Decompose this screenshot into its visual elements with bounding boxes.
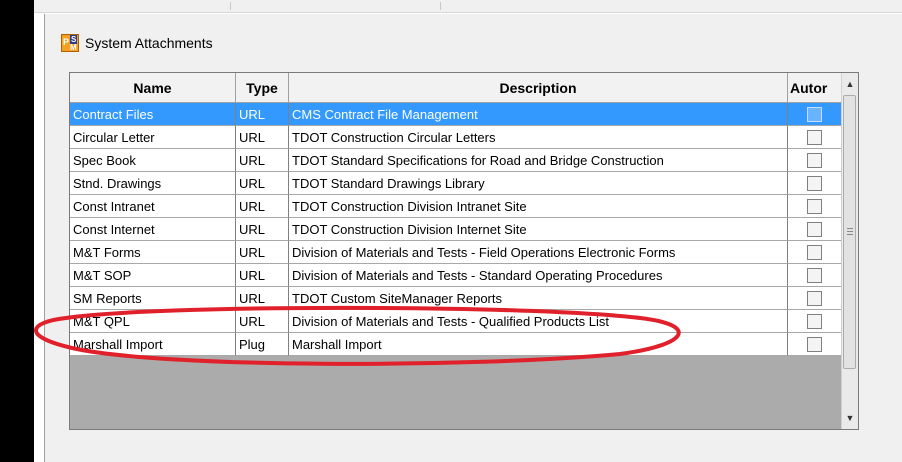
cell-description[interactable]: TDOT Standard Drawings Library [289, 172, 788, 195]
auto-checkbox[interactable] [807, 129, 822, 145]
cell-type[interactable]: URL [236, 195, 289, 218]
cell-auto [788, 126, 841, 149]
cell-description[interactable]: Division of Materials and Tests - Qualif… [289, 310, 788, 333]
column-header-description[interactable]: Description [289, 73, 788, 103]
cell-auto [788, 241, 841, 264]
auto-checkbox[interactable] [807, 152, 822, 168]
cell-type[interactable]: URL [236, 149, 289, 172]
auto-checkbox[interactable] [807, 290, 822, 306]
cell-auto [788, 172, 841, 195]
column-header-type[interactable]: Type [236, 73, 289, 103]
auto-checkbox[interactable] [807, 267, 822, 283]
cell-name[interactable]: M&T Forms [70, 241, 236, 264]
table-row[interactable]: SM Reports URL TDOT Custom SiteManager Rep… [70, 287, 841, 310]
cell-description[interactable]: CMS Contract File Management [289, 103, 788, 126]
left-black-border [0, 0, 34, 462]
cell-name[interactable]: Stnd. Drawings [70, 172, 236, 195]
cell-auto [788, 149, 841, 172]
cell-name[interactable]: Spec Book [70, 149, 236, 172]
grid-rows: Contract Files URL CMS Contract File Manag… [70, 103, 841, 356]
cell-description[interactable]: Division of Materials and Tests - Field … [289, 241, 788, 264]
cell-description[interactable]: TDOT Construction Division Internet Site [289, 218, 788, 241]
cell-type[interactable]: URL [236, 103, 289, 126]
table-row[interactable]: M&T SOP URL Division of Materials and Test… [70, 264, 841, 287]
prism-sitemanager-app-icon: PSM [61, 34, 79, 52]
cell-description[interactable]: TDOT Custom SiteManager Reports [289, 287, 788, 310]
table-row[interactable]: Const Internet URL TDOT Construction Divis… [70, 218, 841, 241]
cell-type[interactable]: URL [236, 241, 289, 264]
table-row[interactable]: Spec Book URL TDOT Standard Specifications… [70, 149, 841, 172]
cell-name[interactable]: M&T QPL [70, 310, 236, 333]
cell-auto [788, 195, 841, 218]
cell-name[interactable]: SM Reports [70, 287, 236, 310]
column-header-name[interactable]: Name [70, 73, 236, 103]
cell-description[interactable]: Division of Materials and Tests - Standa… [289, 264, 788, 287]
cell-name[interactable]: Circular Letter [70, 126, 236, 149]
auto-checkbox[interactable] [807, 175, 822, 191]
cell-type[interactable]: URL [236, 287, 289, 310]
auto-checkbox[interactable] [807, 106, 822, 122]
title-bar: PSM System Attachments [61, 32, 213, 54]
cell-name[interactable]: Contract Files [70, 103, 236, 126]
cell-type[interactable]: URL [236, 126, 289, 149]
cell-description[interactable]: TDOT Construction Circular Letters [289, 126, 788, 149]
cell-description[interactable]: Marshall Import [289, 333, 788, 356]
cell-name[interactable]: Const Intranet [70, 195, 236, 218]
auto-checkbox[interactable] [807, 336, 822, 352]
table-row[interactable]: M&T QPL URL Division of Materials and Test… [70, 310, 841, 333]
cell-description[interactable]: TDOT Construction Division Intranet Site [289, 195, 788, 218]
scroll-thumb[interactable] [843, 95, 856, 369]
scroll-up-arrow-icon[interactable]: ▲ [842, 75, 858, 93]
table-row[interactable]: Stnd. Drawings URL TDOT Standard Drawings … [70, 172, 841, 195]
cell-auto [788, 310, 841, 333]
column-header-auto[interactable]: Autor [788, 73, 841, 103]
auto-checkbox[interactable] [807, 198, 822, 214]
table-row[interactable]: M&T Forms URL Division of Materials and Te… [70, 241, 841, 264]
cell-auto [788, 103, 841, 126]
cell-name[interactable]: M&T SOP [70, 264, 236, 287]
attachments-grid[interactable]: Name Type Description Autor Contract Fil… [69, 72, 859, 430]
cell-type[interactable]: Plug [236, 333, 289, 356]
table-row[interactable]: Const Intranet URL TDOT Construction Divis… [70, 195, 841, 218]
vertical-scrollbar[interactable]: ▲ ▼ [841, 73, 858, 429]
table-row[interactable]: Marshall Import Plug Marshall Import [70, 333, 841, 356]
cell-type[interactable]: URL [236, 310, 289, 333]
cell-auto [788, 333, 841, 356]
cell-name[interactable]: Marshall Import [70, 333, 236, 356]
auto-checkbox[interactable] [807, 244, 822, 260]
window-title: System Attachments [85, 35, 213, 51]
cell-description[interactable]: TDOT Standard Specifications for Road an… [289, 149, 788, 172]
cell-type[interactable]: URL [236, 264, 289, 287]
scroll-down-arrow-icon[interactable]: ▼ [842, 409, 858, 427]
grid-header: Name Type Description Autor [70, 73, 841, 103]
top-toolbar-strip [34, 0, 902, 13]
cell-type[interactable]: URL [236, 218, 289, 241]
table-row[interactable]: Circular Letter URL TDOT Construction Circ… [70, 126, 841, 149]
scroll-grip-icon [847, 228, 853, 235]
auto-checkbox[interactable] [807, 313, 822, 329]
cell-auto [788, 218, 841, 241]
cell-auto [788, 264, 841, 287]
cell-auto [788, 287, 841, 310]
cell-type[interactable]: URL [236, 172, 289, 195]
table-row[interactable]: Contract Files URL CMS Contract File Manag… [70, 103, 841, 126]
auto-checkbox[interactable] [807, 221, 822, 237]
system-attachments-window: PSM System Attachments Name Type Descrip… [44, 14, 902, 462]
cell-name[interactable]: Const Internet [70, 218, 236, 241]
